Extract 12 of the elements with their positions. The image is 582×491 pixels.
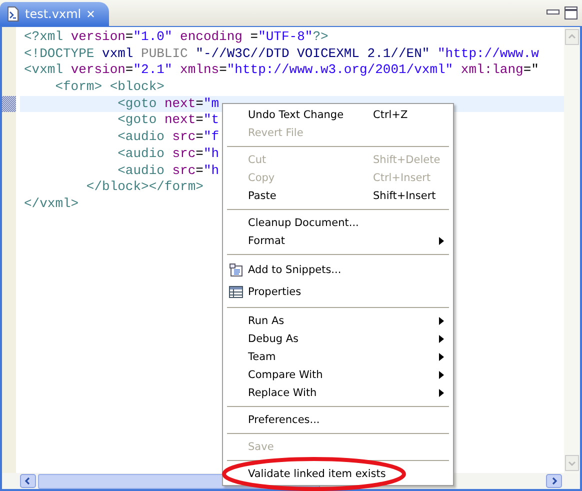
code-line: <?xml version="1.0" encoding ="UTF-8"?>	[24, 29, 328, 44]
code-line: <audio src="f	[116, 129, 220, 144]
code-line: <!DOCTYPE vxml PUBLIC "-//W3C//DTD VOICEXML 2.1//EN" "http://www.w	[24, 46, 539, 61]
code-line: <vxml version="2.1" xmlns="http://www.w3.org/2001/vxml" xml:lang="	[24, 62, 539, 78]
code-line: <form> <block>	[54, 79, 164, 94]
code-line: <goto next="m	[116, 96, 220, 111]
code-line: <goto next="t	[116, 112, 220, 128]
code-line: <audio src="h	[116, 162, 220, 178]
code-line: </block></form>	[85, 179, 204, 194]
code-line: </vxml>	[24, 196, 79, 211]
tab-title: test.vxml	[25, 7, 82, 21]
code-line: <audio src="h	[116, 146, 220, 161]
